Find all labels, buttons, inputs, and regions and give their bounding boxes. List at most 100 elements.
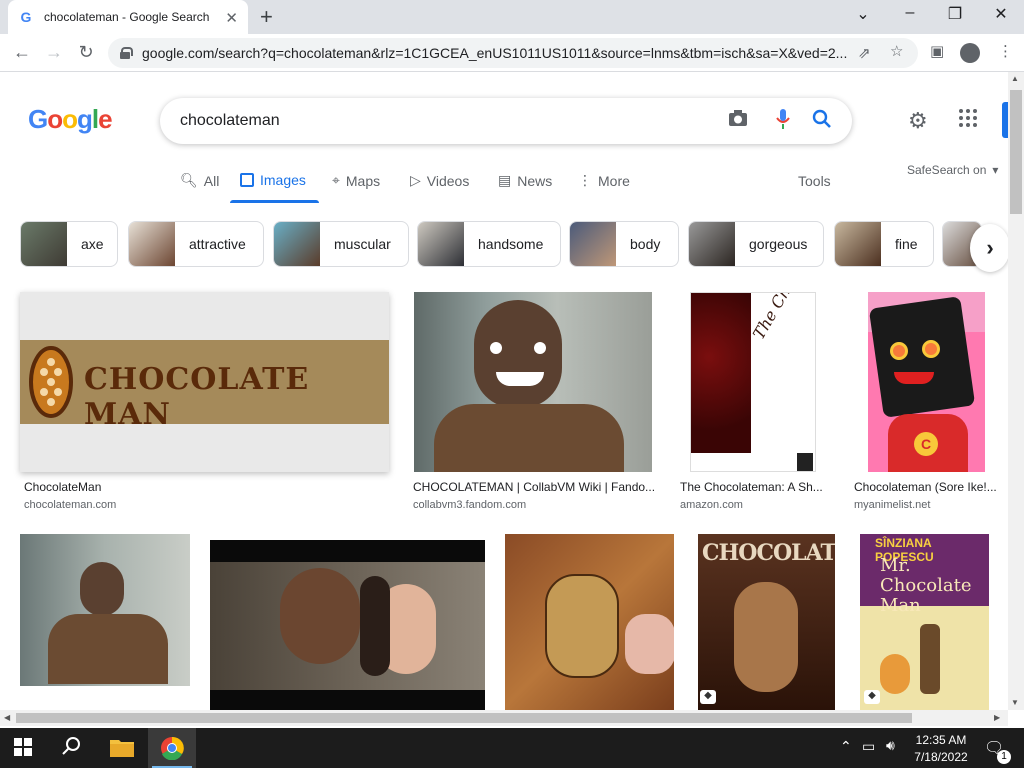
- chip-gorgeous[interactable]: gorgeous: [688, 221, 824, 267]
- tools-button[interactable]: Tools: [798, 173, 831, 189]
- maximize-button[interactable]: ❐: [940, 4, 970, 24]
- statue-eye: [490, 342, 502, 354]
- statue-head: [80, 562, 124, 616]
- tab-more[interactable]: ⋮ More: [578, 172, 630, 189]
- scroll-left-arrow-icon[interactable]: ◀: [4, 713, 10, 722]
- tab-all-label: All: [203, 172, 220, 189]
- chips-next-arrow-icon[interactable]: ›: [970, 224, 1010, 272]
- result-title[interactable]: ChocolateMan: [24, 480, 384, 494]
- more-dots-icon: ⋮: [578, 172, 592, 188]
- tab-all[interactable]: 🔍︎ All: [180, 172, 219, 189]
- close-tab-icon[interactable]: ✕: [225, 9, 238, 27]
- chip-body[interactable]: body: [569, 221, 679, 267]
- result-image-chocolateman-statue[interactable]: [414, 292, 652, 472]
- chip-handsome[interactable]: handsome: [417, 221, 561, 267]
- image-icon: [240, 173, 254, 187]
- result-image-chocolateman-anime[interactable]: C: [868, 292, 985, 472]
- chrome-menu-icon[interactable]: ⋮: [998, 42, 1013, 60]
- result-source[interactable]: chocolateman.com: [24, 499, 116, 511]
- cover-figure-2: [880, 654, 910, 694]
- taskbar-time[interactable]: 12:35 AM: [914, 733, 968, 747]
- logo-text: CHOCOLATE MAN: [84, 362, 310, 432]
- forward-icon[interactable]: →: [42, 42, 66, 63]
- profile-avatar[interactable]: [960, 43, 980, 63]
- tab-videos[interactable]: ▷ Videos: [410, 172, 469, 189]
- chip-muscular[interactable]: muscular: [273, 221, 409, 267]
- statue-head: [474, 300, 562, 408]
- result-source[interactable]: myanimelist.net: [854, 499, 930, 511]
- blood-splatter: [691, 293, 751, 453]
- side-panel-icon[interactable]: ▣: [930, 42, 944, 60]
- horizontal-scrollbar-thumb[interactable]: [16, 713, 912, 723]
- tab-news[interactable]: ▤ News: [498, 172, 552, 189]
- chip-thumbnail: [129, 222, 175, 266]
- result-title[interactable]: CHOCOLATEMAN | CollabVM Wiki | Fando...: [413, 480, 658, 494]
- search-box[interactable]: chocolateman: [160, 98, 852, 144]
- search-icon[interactable]: [812, 109, 832, 135]
- network-icon[interactable]: ▭: [862, 738, 875, 755]
- tab-videos-label: Videos: [426, 172, 470, 189]
- taskbar-search-icon[interactable]: [62, 736, 82, 761]
- result-image-chocolateman-book[interactable]: The Chocolateman: [690, 292, 816, 472]
- back-icon[interactable]: ←: [10, 42, 34, 63]
- svg-text:Google: Google: [28, 104, 112, 134]
- statue-eye: [534, 342, 546, 354]
- settings-gear-icon[interactable]: ⚙: [908, 108, 928, 134]
- tab-maps[interactable]: ⌖ Maps: [332, 172, 380, 189]
- scroll-down-arrow-icon[interactable]: ▼: [1011, 698, 1019, 707]
- cartoon-figure: [545, 574, 619, 678]
- new-tab-button[interactable]: +: [260, 4, 273, 30]
- news-icon: ▤: [498, 172, 512, 188]
- reload-icon[interactable]: ↻: [74, 42, 98, 63]
- address-bar[interactable]: google.com/search?q=chocolateman&rlz=1C1…: [108, 38, 918, 68]
- result-title[interactable]: The Chocolateman: A Sh...: [680, 480, 826, 494]
- google-logo[interactable]: Google: [28, 104, 113, 141]
- scroll-up-arrow-icon[interactable]: ▲: [1011, 74, 1019, 83]
- cocoa-pod-icon: [29, 346, 73, 418]
- tab-search-icon[interactable]: ⌄: [848, 4, 878, 24]
- result-image-chocolateman-comic[interactable]: CHOCOLATEMAN ◆: [698, 534, 835, 710]
- browser-tab[interactable]: G chocolateman - Google Search ✕: [8, 0, 248, 34]
- windows-start-icon[interactable]: [14, 738, 32, 761]
- result-image-cartoon[interactable]: [505, 534, 674, 710]
- camera-icon[interactable]: [728, 109, 748, 133]
- cartoon-figure-2: [625, 614, 674, 674]
- apps-grid-icon[interactable]: [958, 108, 978, 134]
- woman-hair: [360, 576, 390, 676]
- result-image-chocolateman-logo[interactable]: CHOCOLATE MAN: [20, 292, 389, 472]
- search-query: chocolateman: [180, 112, 280, 129]
- result-title[interactable]: Chocolateman (Sore Ike!...: [854, 480, 999, 494]
- comic-title: CHOCOLATEMAN: [702, 540, 835, 566]
- chip-attractive[interactable]: attractive: [128, 221, 264, 267]
- safesearch-button[interactable]: SafeSearch on ▾: [907, 163, 998, 177]
- tab-news-label: News: [517, 172, 553, 189]
- chip-thumbnail: [835, 222, 881, 266]
- comic-figure: [734, 582, 798, 692]
- result-image-statue-small[interactable]: [20, 534, 190, 686]
- close-window-button[interactable]: ✕: [986, 4, 1016, 24]
- show-hidden-icons-icon[interactable]: ⌃: [840, 738, 852, 755]
- chip-fine[interactable]: fine: [834, 221, 934, 267]
- tab-images[interactable]: Images: [240, 172, 306, 188]
- result-image-mr-chocolate-man[interactable]: SÎNZIANA POPESCU Mr. Chocolate Man ◆: [860, 534, 989, 710]
- bookmark-star-icon[interactable]: ☆: [890, 42, 903, 60]
- chip-thumbnail: [689, 222, 735, 266]
- chip-label: axe: [81, 236, 104, 252]
- taskbar-date[interactable]: 7/18/2022: [912, 750, 970, 764]
- result-source[interactable]: collabvm3.fandom.com: [413, 499, 526, 511]
- microphone-icon[interactable]: [776, 108, 790, 136]
- chip-axe[interactable]: axe: [20, 221, 118, 267]
- result-source[interactable]: amazon.com: [680, 499, 743, 511]
- active-tab-indicator: [230, 200, 319, 203]
- volume-icon[interactable]: 🔊︎: [886, 737, 895, 754]
- tab-maps-label: Maps: [345, 172, 381, 189]
- notification-badge: 1: [997, 750, 1011, 764]
- result-image-video-still[interactable]: [210, 540, 485, 710]
- file-explorer-icon[interactable]: [110, 737, 134, 762]
- lock-icon: [120, 47, 133, 59]
- scroll-right-arrow-icon[interactable]: ▶: [994, 713, 1000, 722]
- vertical-scrollbar-thumb[interactable]: [1010, 90, 1022, 214]
- share-icon[interactable]: ⇗: [858, 44, 871, 62]
- minimize-button[interactable]: –: [895, 4, 925, 22]
- anime-glasses: [890, 342, 908, 360]
